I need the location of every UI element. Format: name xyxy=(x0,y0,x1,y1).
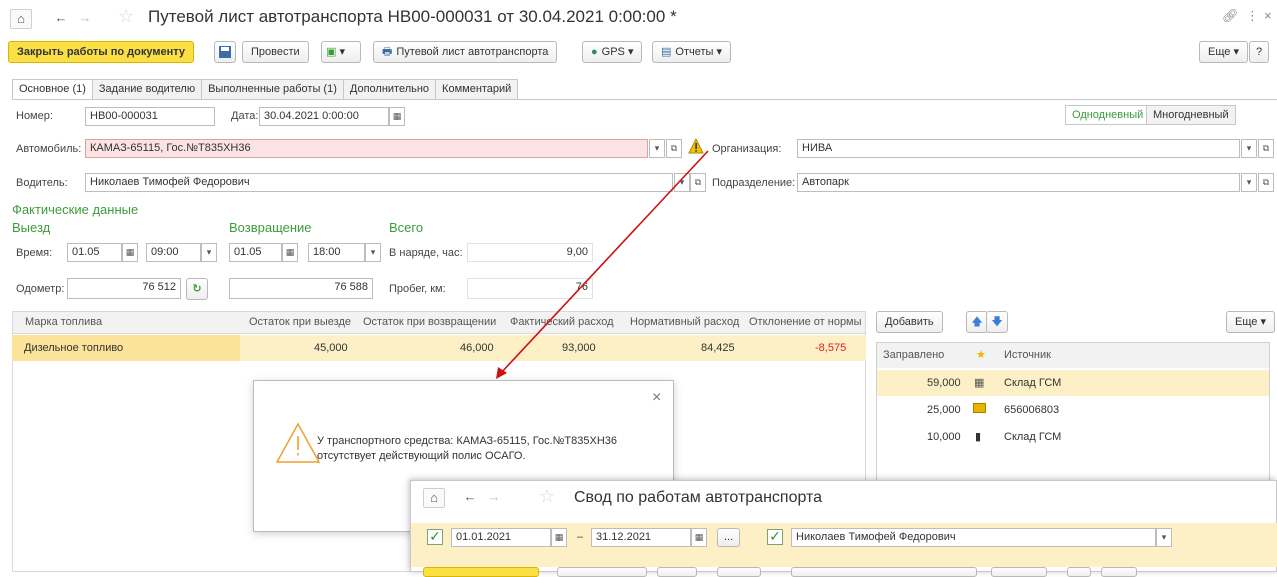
favorite-star-icon[interactable]: ☆ xyxy=(539,486,555,507)
report-driver-dropdown-icon[interactable]: ▾ xyxy=(1156,528,1172,547)
driver-checkbox[interactable]: ✓ xyxy=(767,529,783,545)
report-title: Свод по работам автотранспорта xyxy=(574,489,823,506)
date-dash: – xyxy=(577,531,584,543)
select-period-button[interactable]: ... xyxy=(717,528,741,547)
back-icon[interactable]: ← xyxy=(459,488,481,508)
toolbar-button[interactable] xyxy=(991,567,1047,577)
report-driver-field[interactable]: Николаев Тимофей Федорович xyxy=(791,528,1156,547)
report-window: ⌂ ← → ☆ Свод по работам автотранспорта ✓… xyxy=(410,480,1277,577)
date-from-calendar-icon[interactable]: ▦ xyxy=(551,528,567,547)
home-icon[interactable]: ⌂ xyxy=(423,488,445,508)
toolbar-button[interactable] xyxy=(1067,567,1091,577)
period-checkbox[interactable]: ✓ xyxy=(427,529,443,545)
forward-icon[interactable]: → xyxy=(483,488,505,508)
date-to-field[interactable]: 31.12.2021 xyxy=(591,528,691,547)
date-to-calendar-icon[interactable]: ▦ xyxy=(691,528,707,547)
toolbar-button[interactable] xyxy=(791,567,977,577)
toolbar-button[interactable] xyxy=(557,567,647,577)
date-from-field[interactable]: 01.01.2021 xyxy=(451,528,551,547)
generate-button[interactable] xyxy=(423,567,539,577)
toolbar-button[interactable] xyxy=(717,567,761,577)
toolbar-button[interactable] xyxy=(657,567,697,577)
toolbar-button[interactable] xyxy=(1101,567,1137,577)
